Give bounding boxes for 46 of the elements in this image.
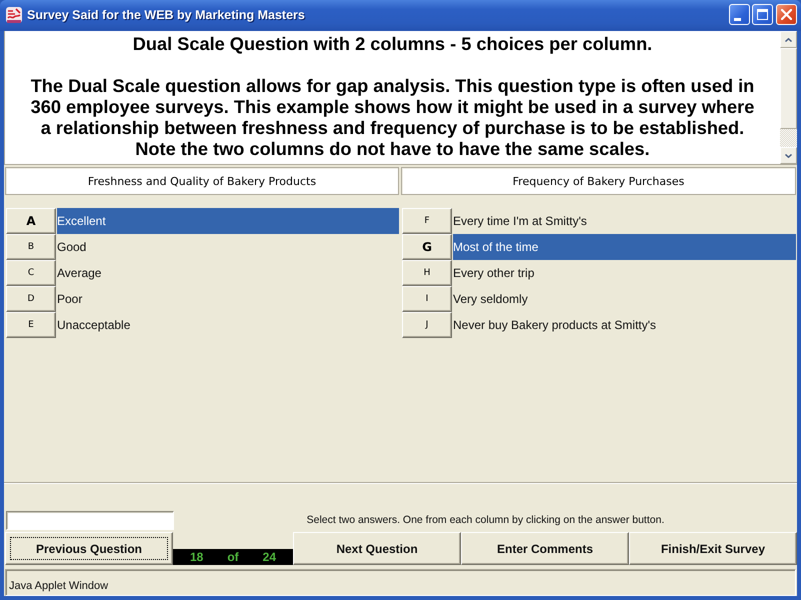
answer-key-button[interactable]: H <box>402 260 452 286</box>
close-icon <box>781 9 792 20</box>
scrollbar-thumb[interactable] <box>780 48 797 129</box>
answer-key-button[interactable]: C <box>6 260 56 286</box>
answer-key-button[interactable]: B <box>6 234 56 260</box>
answer-option[interactable]: Poor <box>57 286 399 312</box>
answer-option[interactable]: Most of the time <box>453 234 796 260</box>
column-header: Freshness and Quality of Bakery Products <box>5 167 399 195</box>
window-title: Survey Said for the WEB by Marketing Masters <box>27 8 306 22</box>
close-button[interactable] <box>776 4 797 25</box>
scrollbar[interactable] <box>780 31 797 165</box>
answer-field[interactable] <box>6 511 174 530</box>
scroll-up-button[interactable] <box>780 31 797 48</box>
enter-comments-button[interactable]: Enter Comments <box>461 532 629 565</box>
answer-key-button[interactable]: E <box>6 312 56 338</box>
finish-exit-survey-button[interactable]: Finish/Exit Survey <box>629 532 797 565</box>
answer-option[interactable]: Excellent <box>57 208 399 234</box>
answer-option[interactable]: Unacceptable <box>57 312 399 338</box>
answer-key-button[interactable]: J <box>402 312 452 338</box>
total-questions-number: 24 <box>262 550 276 564</box>
next-question-button[interactable]: Next Question <box>293 532 461 565</box>
column-header: Frequency of Bakery Purchases <box>401 167 796 195</box>
answer-option[interactable]: Average <box>57 260 399 286</box>
answer-option[interactable]: Good <box>57 234 399 260</box>
answer-option[interactable]: Very seldomly <box>453 286 796 312</box>
previous-question-button[interactable]: Previous Question <box>5 532 173 565</box>
answer-key-button[interactable]: A <box>6 208 56 234</box>
counter-of-label: of <box>227 550 239 564</box>
answer-key-button[interactable]: G <box>402 234 452 260</box>
question-title: Dual Scale Question with 2 columns - 5 choices per column. <box>132 34 654 55</box>
current-question-number: 18 <box>190 550 204 564</box>
minimize-button[interactable] <box>729 4 750 25</box>
answer-key-button[interactable]: D <box>6 286 56 312</box>
answer-option[interactable]: Every other trip <box>453 260 796 286</box>
app-icon <box>6 6 22 22</box>
answer-key-button[interactable]: I <box>402 286 452 312</box>
question-description: The Dual Scale question allows for gap analysis. This question type is often used in 360 employee surveys. This example shows how it might be used in a survey where a relationship between freshness and frequency of purchase is to be established. Note the two columns do not have to have the same scales. <box>30 76 756 160</box>
status-bar: Java Applet Window <box>5 569 796 596</box>
minimize-icon <box>734 18 740 20</box>
answer-key-button[interactable]: F <box>402 208 452 234</box>
instruction-text: Select two answers. One from each column by clicking on the answer button. <box>306 513 666 528</box>
answer-option[interactable]: Every time I'm at Smitty's <box>453 208 796 234</box>
maximize-icon <box>757 9 768 20</box>
maximize-button[interactable] <box>752 4 773 25</box>
answer-option[interactable]: Never buy Bakery products at Smitty's <box>453 312 796 338</box>
scroll-down-button[interactable] <box>780 147 797 164</box>
